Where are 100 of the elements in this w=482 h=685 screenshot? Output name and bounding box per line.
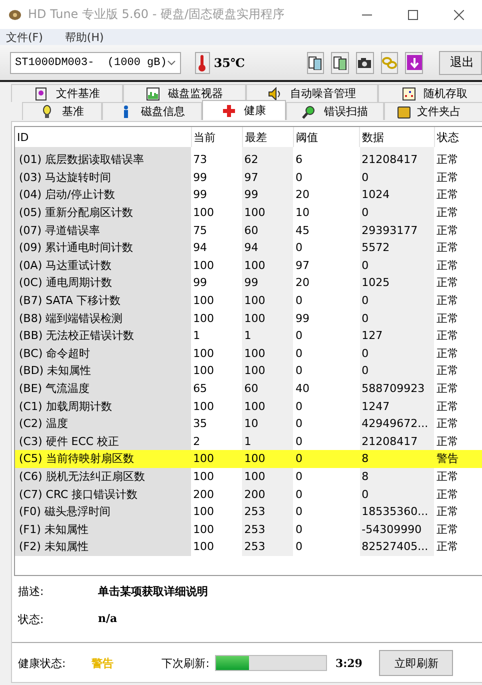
table-cell: 94 [191,238,242,257]
download-button[interactable] [405,52,423,74]
camera-button[interactable] [356,52,374,74]
table-cell: (01) 底层数据读取错误率 [15,147,192,169]
table-cell-text: 正常 [435,363,460,380]
compare-button[interactable] [331,52,350,74]
table-cell: 588709923 [360,380,434,398]
table-cell: 0 [360,485,434,503]
table-cell: 100 [242,309,294,327]
tab[interactable]: 磁盘监视器 [123,84,246,102]
table-cell-text: 正常 [435,187,460,204]
table-cell: 1 [191,326,242,345]
table-cell-text: 20 [294,275,310,292]
table-cell: 10 [242,414,294,432]
table-cell: 100 [191,520,242,538]
refresh-button[interactable]: 立即刷新 [379,650,454,676]
exit-button[interactable]: 退出 [438,50,482,74]
table-cell: (07) 寻道错误率 [15,221,192,239]
table-cell: (F1) 未知属性 [15,520,192,538]
table-cell: 99 [191,168,242,186]
table-cell: 5572 [360,238,434,257]
table-cell: 0 [360,168,434,186]
tab[interactable]: 自动噪音管理 [246,84,378,102]
temperature-reading: 35℃ [214,56,245,70]
table-cell: 正常 [434,468,482,486]
table-cell: 正常 [434,432,482,450]
table-cell: 100 [242,397,294,415]
table-cell: 100 [242,450,294,468]
download-icon [406,55,422,70]
table-cell: 62 [242,147,294,169]
table-cell: (F0) 磁头悬浮时间 [15,502,192,520]
folder-icon [397,104,411,118]
table-cell: 200 [191,485,242,503]
copy-icon [308,55,324,70]
table-cell: 18535360... [360,502,434,520]
table-cell: (09) 累计通电时间计数 [15,238,192,257]
thermometer-icon [198,54,206,72]
table-cell: 2 [191,432,242,450]
table-cell: 35 [191,414,242,432]
table-cell: 100 [191,397,242,415]
table-cell: 0 [360,309,434,327]
table-cell: 60 [242,221,294,239]
table-cell: 100 [191,450,242,468]
table-cell: 100 [191,309,242,327]
tab[interactable]: 文件基准 [11,84,123,102]
table-cell: 1024 [360,186,434,204]
table-cell: 99 [191,186,242,204]
compare-icon [332,55,348,70]
table-cell: 21208417 [360,432,434,450]
table-cell: (03) 马达旋转时间 [15,168,192,186]
table-cell-text: 40 [294,381,310,398]
tab[interactable]: 文件夹占 [384,102,482,120]
copy-button[interactable] [306,52,324,74]
tab[interactable]: 错误扫描 [286,102,384,120]
table-cell: 99 [242,186,294,204]
drive-dropdown[interactable]: ST1000DM003- (1000 gB) [10,52,181,74]
table-cell: 1 [242,432,294,450]
table-cell: 100 [242,468,294,486]
table-cell: 100 [242,292,294,310]
table-cell: 0 [293,432,360,450]
table-cell: (0A) 马达重试计数 [15,256,192,274]
table-cell: 253 [242,502,294,520]
table-cell: 97 [242,168,294,186]
tab[interactable]: 基准 [22,102,102,120]
table-cell: 1 [242,326,294,345]
column-header[interactable]: 当前 [191,127,242,147]
camera-icon [357,55,372,70]
table-cell-text: 正常 [435,240,460,256]
table-cell: 99 [242,274,294,292]
chevron-icon [166,60,176,66]
thermometer-button[interactable] [194,52,210,74]
table-cell: (C1) 加载周期计数 [15,397,192,415]
table-cell: (BB) 无法校正错误计数 [15,326,192,345]
table-cell: 1025 [360,274,434,292]
table-cell-text: 正常 [435,539,460,556]
column-header[interactable]: 状态 [434,127,482,147]
field-value: n/a [98,612,118,627]
table-cell: 42949672... [360,414,434,432]
table-cell: 100 [191,344,242,362]
table-cell: 100 [242,362,294,380]
table-cell: 65 [191,380,242,398]
refresh-label: 下次刷新: [162,656,210,670]
table-cell-text: 0 [294,398,304,415]
tab[interactable]: 健康 [202,100,286,120]
table-cell-text: 正常 [435,310,460,327]
table-cell: (BC) 命令超时 [15,344,192,362]
tab[interactable]: 随机存取 [378,84,482,102]
menu-item[interactable]: 文件(F) [6,30,43,44]
table-cell-text: 0 [294,240,304,256]
table-cell: 正常 [434,147,482,169]
column-header[interactable]: 阈值 [293,127,360,147]
cross-icon [222,104,236,118]
table-cell: 100 [242,344,294,362]
table-cell: 0 [360,204,434,222]
table-cell-text: 20 [294,187,310,204]
menu-item[interactable]: 帮助(H) [64,30,104,44]
table-cell: 100 [191,362,242,380]
table-cell: 1247 [360,397,434,415]
document-icon [34,86,48,100]
tab[interactable]: 磁盘信息 [102,102,202,120]
